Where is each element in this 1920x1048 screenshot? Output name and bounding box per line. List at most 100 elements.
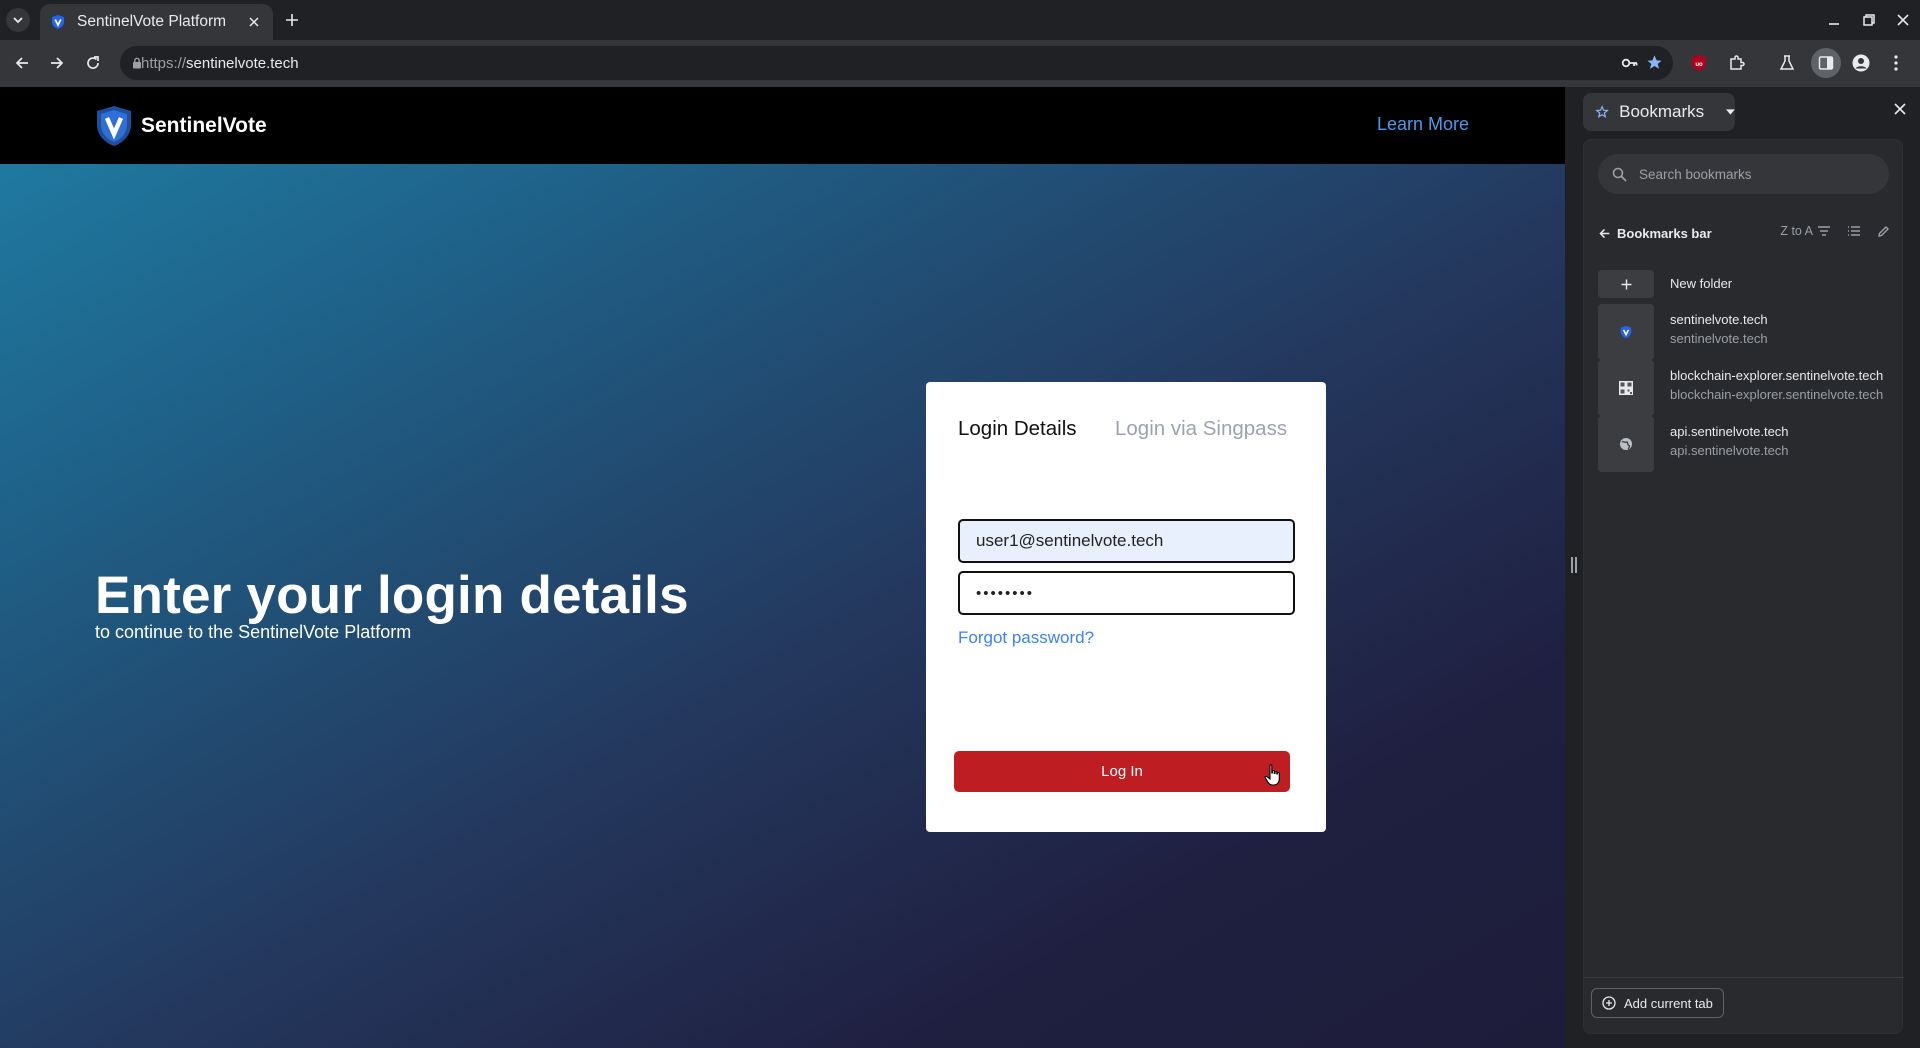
bookmark-tools: Z to A (1770, 224, 1890, 238)
learn-more-link[interactable]: Learn More (1377, 114, 1469, 135)
chevron-down-icon (13, 17, 23, 24)
close-icon (249, 17, 259, 27)
restore-icon (1863, 14, 1875, 26)
caret-down-icon (1726, 109, 1735, 115)
side-panel-title: Bookmarks (1619, 102, 1705, 121)
bookmarks-star-icon (1595, 105, 1609, 118)
side-panel-button[interactable] (1811, 48, 1841, 78)
tab-login-singpass[interactable]: Login via Singpass (1115, 417, 1287, 441)
extensions-button[interactable] (1726, 52, 1748, 74)
tab-login-details[interactable]: Login Details (958, 417, 1077, 441)
close-icon (1897, 14, 1909, 26)
new-folder-label: New folder (1670, 276, 1733, 291)
hero-title: Enter your login details (95, 566, 689, 625)
add-current-tab-button[interactable]: Add current tab (1591, 988, 1724, 1018)
new-folder-thumb (1598, 270, 1654, 298)
ublock-extension-button[interactable]: uo (1688, 52, 1710, 74)
bookmark-thumb (1598, 360, 1654, 416)
grip-icon (1571, 557, 1577, 573)
reload-icon (87, 56, 99, 69)
list-view-icon[interactable] (1847, 225, 1861, 237)
url-host: sentinelvote.tech (186, 55, 299, 72)
bookmark-star-button[interactable] (1646, 54, 1663, 71)
url-text: https://sentinelvote.tech (141, 55, 299, 72)
flask-icon (1779, 55, 1795, 70)
login-card: Login Details Login via Singpass user1@s… (926, 382, 1326, 832)
forward-button[interactable] (46, 52, 68, 74)
email-field[interactable]: user1@sentinelvote.tech (958, 519, 1295, 563)
filter-sort-icon[interactable] (1817, 225, 1831, 237)
side-panel-resize-handle[interactable] (1565, 87, 1583, 1048)
bookmark-url: api.sentinelvote.tech (1670, 443, 1789, 458)
sentinelvote-favicon-icon (1620, 325, 1632, 339)
bookmarks-search-input[interactable]: Search bookmarks (1598, 154, 1889, 194)
add-current-tab-label: Add current tab (1624, 995, 1713, 1011)
side-panel-footer: Add current tab (1584, 977, 1904, 1033)
tab-search-button[interactable] (6, 8, 30, 32)
bookmark-title: blockchain-explorer.sentinelvote.tech (1670, 368, 1884, 383)
site-header: SentinelVote Learn More (0, 87, 1565, 164)
bookmarks-side-panel: Bookmarks Search bookmarks Bookmarks bar… (1583, 87, 1920, 1048)
site-logo-link[interactable]: SentinelVote (95, 105, 267, 147)
sort-order-label[interactable]: Z to A (1780, 224, 1813, 238)
edit-pencil-icon[interactable] (1877, 225, 1890, 238)
arrow-right-icon (51, 57, 64, 69)
ublock-icon: uo (1692, 55, 1706, 71)
globe-icon (1620, 438, 1632, 450)
search-icon (1612, 167, 1627, 182)
account-icon (1852, 54, 1870, 72)
bookmark-item[interactable]: sentinelvote.tech sentinelvote.tech (1598, 304, 1898, 360)
arrow-left-icon (1599, 228, 1610, 239)
reload-button[interactable] (82, 52, 104, 74)
url-scheme: https:// (141, 55, 187, 72)
search-placeholder: Search bookmarks (1639, 166, 1752, 182)
forgot-password-link[interactable]: Forgot password? (958, 628, 1094, 648)
puzzle-icon (1730, 55, 1745, 70)
kebab-menu-icon (1894, 55, 1898, 71)
login-button[interactable]: Log In (954, 751, 1290, 792)
profile-button[interactable] (1850, 52, 1872, 74)
arrow-left-icon (15, 57, 28, 69)
hero-text: Enter your login details to continue to … (95, 565, 689, 643)
browser-toolbar: https://sentinelvote.tech uo (0, 40, 1920, 87)
svg-text:uo: uo (1695, 62, 1703, 68)
close-window-button[interactable] (1893, 10, 1913, 30)
hand-cursor-icon (1264, 764, 1280, 786)
side-panel-icon (1818, 56, 1834, 70)
menu-button[interactable] (1885, 52, 1907, 74)
address-bar[interactable]: https://sentinelvote.tech (120, 46, 1673, 80)
labs-button[interactable] (1776, 52, 1798, 74)
back-button[interactable] (11, 52, 33, 74)
minimize-button[interactable] (1824, 10, 1844, 30)
folder-breadcrumb[interactable]: Bookmarks bar (1598, 226, 1712, 241)
side-panel-selector[interactable]: Bookmarks (1583, 93, 1735, 131)
bookmarks-panel-body: Search bookmarks Bookmarks bar Z to A Ne… (1583, 139, 1904, 1034)
close-side-panel-button[interactable] (1894, 103, 1906, 115)
close-icon (1894, 103, 1906, 115)
plus-icon (1621, 279, 1631, 289)
tab-strip: SentinelVote Platform (0, 0, 1920, 40)
browser-tab-active[interactable]: SentinelVote Platform (40, 4, 273, 40)
bookmark-item[interactable]: blockchain-explorer.sentinelvote.tech bl… (1598, 360, 1898, 416)
new-folder-button[interactable]: New folder (1598, 270, 1898, 298)
bookmark-url: blockchain-explorer.sentinelvote.tech (1670, 387, 1884, 402)
new-tab-button[interactable] (282, 10, 302, 30)
bookmark-item[interactable]: api.sentinelvote.tech api.sentinelvote.t… (1598, 416, 1898, 472)
bookmark-thumb (1598, 304, 1654, 360)
add-circle-icon (1602, 996, 1616, 1010)
bookmark-url: sentinelvote.tech (1670, 331, 1768, 346)
tab-close-button[interactable] (245, 13, 263, 31)
key-icon (1621, 58, 1638, 68)
minimize-icon (1829, 23, 1839, 25)
bookmark-thumb (1598, 416, 1654, 472)
password-field[interactable]: •••••••• (958, 571, 1295, 615)
plus-icon (286, 14, 298, 26)
password-key-button[interactable] (1621, 55, 1639, 71)
star-icon (1647, 55, 1662, 69)
restore-button[interactable] (1859, 10, 1879, 30)
bookmark-title: sentinelvote.tech (1670, 312, 1768, 327)
brand-name: SentinelVote (141, 114, 267, 137)
bookmark-title: api.sentinelvote.tech (1670, 424, 1789, 439)
web-page: SentinelVote Learn More Enter your login… (0, 87, 1565, 1048)
current-folder-name: Bookmarks bar (1617, 226, 1712, 241)
